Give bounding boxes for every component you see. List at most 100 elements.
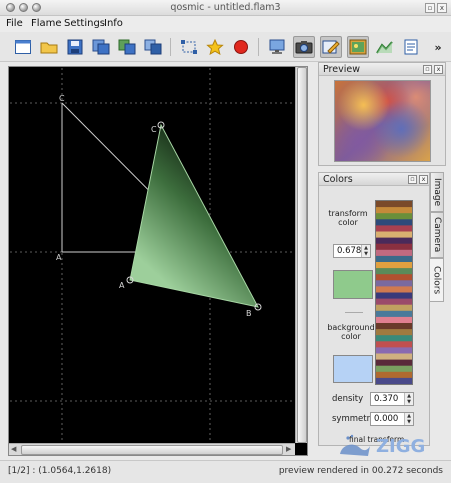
palette-band bbox=[376, 335, 412, 342]
script-icon[interactable] bbox=[400, 36, 422, 58]
open-folder-icon[interactable] bbox=[38, 36, 60, 58]
vertex-c-label: C bbox=[151, 125, 157, 134]
transform-color-swatch[interactable] bbox=[333, 270, 373, 299]
color-palette[interactable] bbox=[375, 200, 413, 385]
palette-band bbox=[376, 262, 412, 269]
triangle-canvas-drawing[interactable]: C A B C A B bbox=[10, 68, 296, 444]
palette-band bbox=[376, 201, 412, 208]
save-as-icon[interactable] bbox=[90, 36, 112, 58]
spin-arrows-icon[interactable]: ▲ ▼ bbox=[404, 413, 413, 425]
symmetry-value: 0.000 bbox=[374, 414, 399, 424]
transform-color-spinbox[interactable]: 0.678 ▲ ▼ bbox=[333, 244, 371, 258]
title-bar: qosmic - untitled.flam3 ▫ x bbox=[0, 0, 451, 16]
palette-band bbox=[376, 341, 412, 348]
status-bar: [1/2] : (1.0564,1.2618) preview rendered… bbox=[0, 460, 451, 483]
palette-band bbox=[376, 292, 412, 300]
vertex-b-label: B bbox=[246, 309, 252, 318]
background-color-label: background color bbox=[327, 323, 375, 341]
background-color-swatch[interactable] bbox=[333, 355, 373, 383]
palette-band bbox=[376, 304, 412, 312]
tab-camera[interactable]: Camera bbox=[430, 212, 444, 258]
palette-band bbox=[376, 310, 412, 318]
palette-band bbox=[376, 243, 412, 251]
preview-dock-title: Preview bbox=[323, 64, 360, 75]
stop-render-icon[interactable] bbox=[230, 36, 252, 58]
canvas-vertical-scrollbar[interactable] bbox=[295, 67, 307, 443]
triangle-canvas[interactable]: C A B C A B bbox=[8, 66, 308, 456]
tab-colors[interactable]: Colors bbox=[430, 258, 444, 302]
image-icon[interactable] bbox=[347, 36, 369, 58]
import-icon[interactable] bbox=[142, 36, 164, 58]
tab-image[interactable]: Image bbox=[430, 172, 444, 212]
section-divider bbox=[345, 312, 363, 313]
palette-band bbox=[376, 359, 412, 367]
base-vertex-c-label: C bbox=[59, 94, 65, 103]
palette-band bbox=[376, 329, 412, 336]
spin-arrows-icon[interactable]: ▲ ▼ bbox=[404, 393, 413, 405]
toolbar: » bbox=[0, 32, 451, 62]
status-render-time: preview rendered in 00.272 seconds bbox=[278, 466, 443, 476]
palette-band bbox=[376, 207, 412, 214]
menu-settings[interactable]: Settings bbox=[64, 18, 105, 29]
palette-band bbox=[376, 219, 412, 226]
palette-band bbox=[376, 255, 412, 263]
select-triangles-icon[interactable] bbox=[178, 36, 200, 58]
color-palette-strip[interactable] bbox=[376, 201, 412, 385]
transform-triangle[interactable] bbox=[129, 123, 259, 308]
palette-band bbox=[376, 213, 412, 220]
menu-info[interactable]: Info bbox=[104, 18, 123, 29]
palette-band bbox=[376, 280, 412, 287]
spin-arrows-icon[interactable]: ▲ ▼ bbox=[361, 245, 370, 257]
monitor-icon[interactable] bbox=[266, 36, 288, 58]
palette-band bbox=[376, 298, 412, 306]
menu-bar: File Flame Settings Info bbox=[0, 16, 451, 32]
vertical-scroll-thumb[interactable] bbox=[297, 67, 307, 443]
edit-icon[interactable] bbox=[320, 36, 342, 58]
palette-band bbox=[376, 365, 412, 373]
density-label: density bbox=[332, 394, 364, 404]
density-spinbox[interactable]: 0.370 ▲ ▼ bbox=[370, 392, 414, 406]
window-close-x-button[interactable]: x bbox=[437, 3, 447, 13]
preview-float-button[interactable]: ▫ bbox=[423, 65, 432, 74]
more-icon[interactable]: » bbox=[430, 36, 446, 58]
colors-close-button[interactable]: x bbox=[419, 175, 428, 184]
palette-band bbox=[376, 347, 412, 355]
palette-band bbox=[376, 286, 412, 294]
palette-band bbox=[376, 353, 412, 361]
menu-flame[interactable]: Flame bbox=[31, 18, 62, 29]
status-coordinates: [1/2] : (1.0564,1.2618) bbox=[8, 466, 112, 476]
preview-dock-titlebar: Preview ▫ x bbox=[319, 63, 445, 76]
export-icon[interactable] bbox=[116, 36, 138, 58]
palette-band bbox=[376, 377, 412, 385]
palette-band bbox=[376, 316, 412, 324]
palette-band bbox=[376, 274, 412, 281]
colors-float-button[interactable]: ▫ bbox=[408, 175, 417, 184]
save-icon[interactable] bbox=[64, 36, 86, 58]
scroll-left-icon[interactable]: ◀ bbox=[11, 445, 16, 453]
symmetry-spinbox[interactable]: 0.000 ▲ ▼ bbox=[370, 412, 414, 426]
window-restore-button[interactable]: ▫ bbox=[425, 3, 435, 13]
preview-close-button[interactable]: x bbox=[434, 65, 443, 74]
menu-file[interactable]: File bbox=[6, 18, 23, 29]
preview-image bbox=[334, 80, 431, 162]
palette-band bbox=[376, 231, 412, 239]
transform-color-label: transform color bbox=[328, 209, 368, 227]
camera-icon[interactable] bbox=[293, 36, 315, 58]
chart-icon[interactable] bbox=[374, 36, 396, 58]
base-vertex-a-label: A bbox=[56, 253, 62, 262]
symmetry-label: symmetry bbox=[332, 414, 376, 424]
watermark-text: ZIGG bbox=[376, 436, 425, 457]
palette-band bbox=[376, 225, 412, 233]
scroll-right-icon[interactable]: ▶ bbox=[286, 445, 291, 453]
toolbar-separator bbox=[170, 38, 171, 56]
palette-band bbox=[376, 371, 412, 379]
favorite-star-icon[interactable] bbox=[204, 36, 226, 58]
transform-color-value: 0.678 bbox=[337, 246, 362, 256]
vertex-a-label: A bbox=[119, 281, 125, 290]
palette-band bbox=[376, 268, 412, 275]
horizontal-scroll-thumb[interactable] bbox=[21, 445, 283, 455]
zigg-watermark-logo: ZIGG bbox=[340, 434, 425, 457]
canvas-horizontal-scrollbar[interactable]: ◀ ▶ bbox=[9, 443, 295, 455]
panel-splitter[interactable] bbox=[312, 66, 316, 456]
new-file-icon[interactable] bbox=[12, 36, 34, 58]
